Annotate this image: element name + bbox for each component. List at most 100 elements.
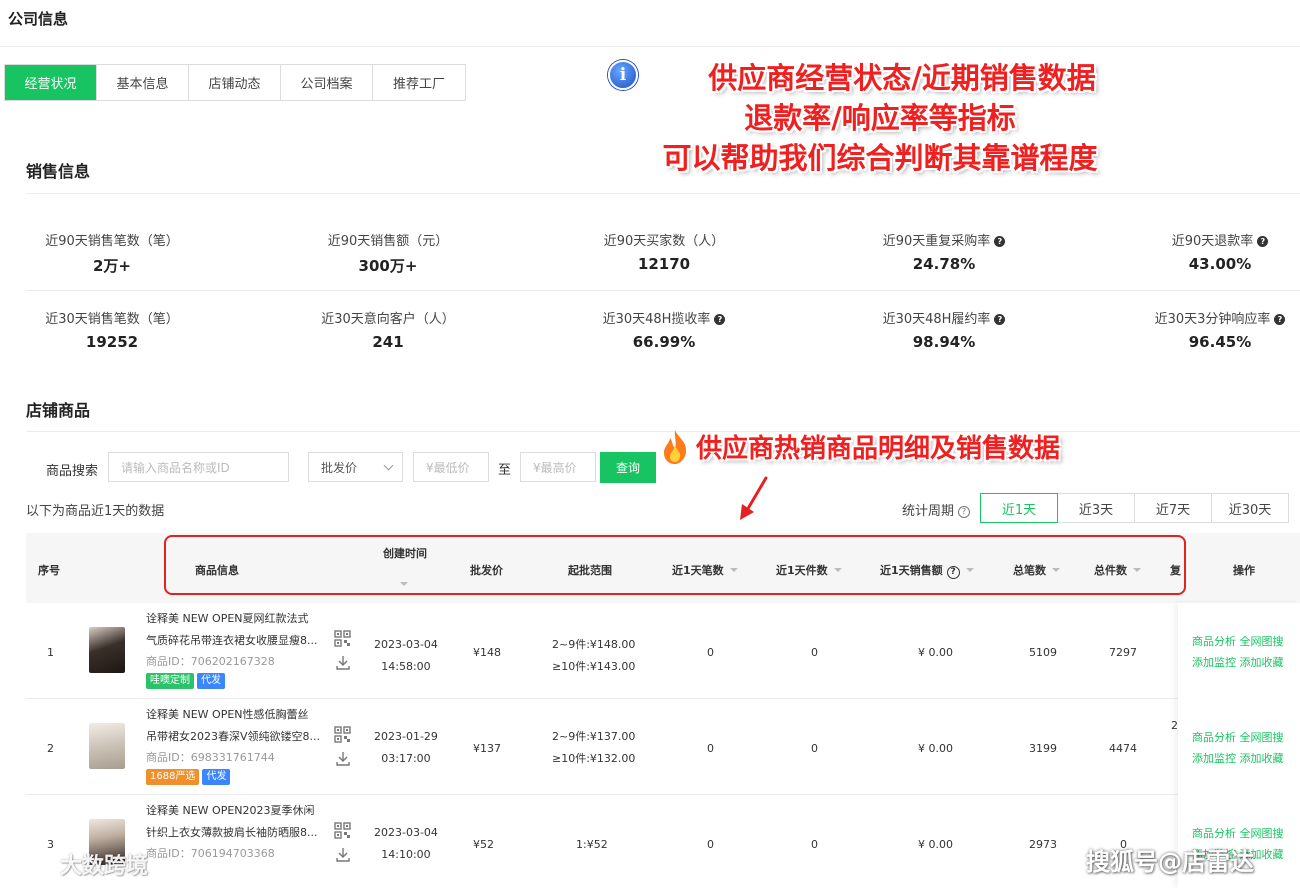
product-title[interactable]: 诠释美 NEW OPEN性感低胸蕾丝 — [146, 704, 320, 726]
range-tier: 2~9件:¥137.00 — [552, 730, 636, 743]
tab-business-status[interactable]: 经营状况 — [5, 65, 97, 100]
help-icon[interactable]: ? — [994, 236, 1006, 247]
created-date: 2023-03-04 — [374, 826, 438, 839]
metric-label: 近30天3分钟响应率 — [1154, 312, 1271, 327]
query-button[interactable]: 查询 — [600, 452, 656, 483]
data-note: 以下为商品近1天的数据 — [26, 504, 165, 519]
watermark-left: 大数跨境 — [10, 848, 148, 880]
product-analysis-link[interactable]: 商品分析 — [1192, 731, 1236, 744]
tab-store-updates[interactable]: 店铺动态 — [189, 65, 281, 100]
metric-label: 近90天买家数（人） — [603, 234, 725, 249]
fire-icon — [664, 429, 687, 464]
range-tier: ≥10件:¥132.00 — [552, 752, 636, 765]
price-type-select[interactable]: 批发价 — [308, 452, 403, 482]
help-icon[interactable]: ? — [958, 506, 971, 518]
period-7d[interactable]: 近7天 — [1134, 493, 1212, 523]
image-search-link[interactable]: 全网图搜 — [1240, 827, 1284, 840]
tab-basic-info[interactable]: 基本信息 — [97, 65, 189, 100]
pieces-1d: 0 — [811, 838, 818, 851]
created-time: 14:10:00 — [381, 848, 431, 861]
range-separator: 至 — [498, 463, 512, 478]
divider — [26, 193, 1300, 194]
metric-value: 19252 — [85, 333, 139, 351]
metric-label: 近90天销售笔数（笔） — [45, 234, 179, 249]
metric-value: 43.00% — [1188, 255, 1252, 273]
add-monitor-link[interactable]: 添加监控 — [1192, 752, 1236, 765]
metric-value: 96.45% — [1188, 333, 1252, 351]
product-title[interactable]: 诠释美 NEW OPEN夏网红款法式 — [146, 608, 318, 630]
range-tier: ≥10件:¥143.00 — [552, 660, 636, 673]
download-icon[interactable] — [335, 751, 351, 767]
metric-fulfillment-rate-30d: 近30天48H履约率? 98.94% — [824, 308, 1064, 351]
page-title: 公司信息 — [8, 10, 69, 28]
product-title[interactable]: 吊带裙女2023春深V领纯欲镂空8... — [146, 726, 320, 748]
period-3d[interactable]: 近3天 — [1057, 493, 1135, 523]
metric-label: 近30天意向客户（人） — [321, 312, 455, 327]
pieces-1d: 0 — [811, 742, 818, 755]
watermark-text: 大数跨境 — [60, 854, 149, 879]
product-title[interactable]: 诠释美 NEW OPEN2023夏季休闲 — [146, 800, 318, 822]
range-tier: 1:¥52 — [576, 838, 608, 851]
period-30d[interactable]: 近30天 — [1211, 493, 1289, 523]
qrcode-icon[interactable] — [334, 630, 351, 647]
header-ops: 操作 — [1233, 564, 1255, 577]
orders-1d: 0 — [707, 646, 714, 659]
product-title[interactable]: 针织上衣女薄款披肩长袖防晒服8... — [146, 822, 318, 844]
add-monitor-link[interactable]: 添加监控 — [1192, 656, 1236, 669]
chevron-down-icon — [383, 460, 394, 471]
add-favorite-link[interactable]: 添加收藏 — [1240, 752, 1284, 765]
wholesale-price: ¥137 — [473, 742, 501, 755]
tab-company-archive[interactable]: 公司档案 — [281, 65, 373, 100]
metric-value: 12170 — [637, 255, 691, 273]
sales-1d: ¥ 0.00 — [918, 742, 953, 755]
product-thumbnail[interactable] — [89, 627, 125, 673]
range-tier: 2~9件:¥148.00 — [552, 638, 636, 651]
metric-pickup-rate-30d: 近30天48H揽收率? 66.99% — [544, 308, 784, 351]
created-date: 2023-03-04 — [374, 638, 438, 651]
image-search-link[interactable]: 全网图搜 — [1240, 731, 1284, 744]
product-id: 商品ID：698331761744 — [146, 751, 275, 764]
total-orders: 5109 — [1029, 646, 1057, 659]
annotation-text: 供应商热销商品明细及销售数据 — [696, 434, 1061, 464]
sales-section-title: 销售信息 — [26, 162, 91, 181]
annotation-top: 供应商经营状态/近期销售数据 退款率/响应率等指标 可以帮助我们综合判断其靠谱程… — [610, 58, 1150, 178]
help-icon[interactable]: ? — [1257, 236, 1269, 247]
qrcode-icon[interactable] — [334, 726, 351, 743]
product-analysis-link[interactable]: 商品分析 — [1192, 635, 1236, 648]
download-icon[interactable] — [335, 847, 351, 863]
metric-label: 近90天重复采购率 — [882, 234, 991, 249]
created-date: 2023-01-29 — [374, 730, 438, 743]
arrow-icon — [740, 476, 768, 520]
download-icon[interactable] — [335, 655, 351, 671]
product-title[interactable]: 气质碎花吊带连衣裙女收腰显瘦8... — [146, 630, 318, 652]
shop-section-title: 店铺商品 — [26, 401, 91, 420]
product-thumbnail[interactable] — [89, 723, 125, 769]
period-1d[interactable]: 近1天 — [980, 493, 1058, 523]
overflow-value: 2 — [1171, 719, 1178, 732]
product-id: 商品ID：706194703368 — [146, 847, 275, 860]
help-icon[interactable]: ? — [994, 314, 1006, 325]
orders-1d: 0 — [707, 838, 714, 851]
product-analysis-link[interactable]: 商品分析 — [1192, 827, 1236, 840]
max-price-input[interactable]: ¥最高价 — [520, 452, 596, 482]
tab-recommended-factory[interactable]: 推荐工厂 — [373, 65, 465, 100]
sales-1d: ¥ 0.00 — [918, 646, 953, 659]
created-time: 03:17:00 — [381, 752, 431, 765]
highlight-box — [164, 535, 1186, 595]
price-type-value: 批发价 — [321, 460, 358, 475]
divider — [0, 46, 1300, 47]
metric-value: 241 — [372, 333, 404, 351]
help-icon[interactable]: ? — [1274, 314, 1286, 325]
metric-buyers-90d: 近90天买家数（人） 12170 — [544, 230, 784, 273]
orders-1d: 0 — [707, 742, 714, 755]
metric-repeat-rate-90d: 近90天重复采购率? 24.78% — [824, 230, 1064, 273]
row-seq: 1 — [47, 646, 54, 659]
help-icon[interactable]: ? — [714, 314, 726, 325]
qrcode-icon[interactable] — [334, 822, 351, 839]
image-search-link[interactable]: 全网图搜 — [1240, 635, 1284, 648]
search-input[interactable]: 请输入商品名称或ID — [108, 452, 289, 482]
pieces-1d: 0 — [811, 646, 818, 659]
total-pieces: 7297 — [1109, 646, 1137, 659]
min-price-input[interactable]: ¥最低价 — [413, 452, 489, 482]
add-favorite-link[interactable]: 添加收藏 — [1240, 656, 1284, 669]
